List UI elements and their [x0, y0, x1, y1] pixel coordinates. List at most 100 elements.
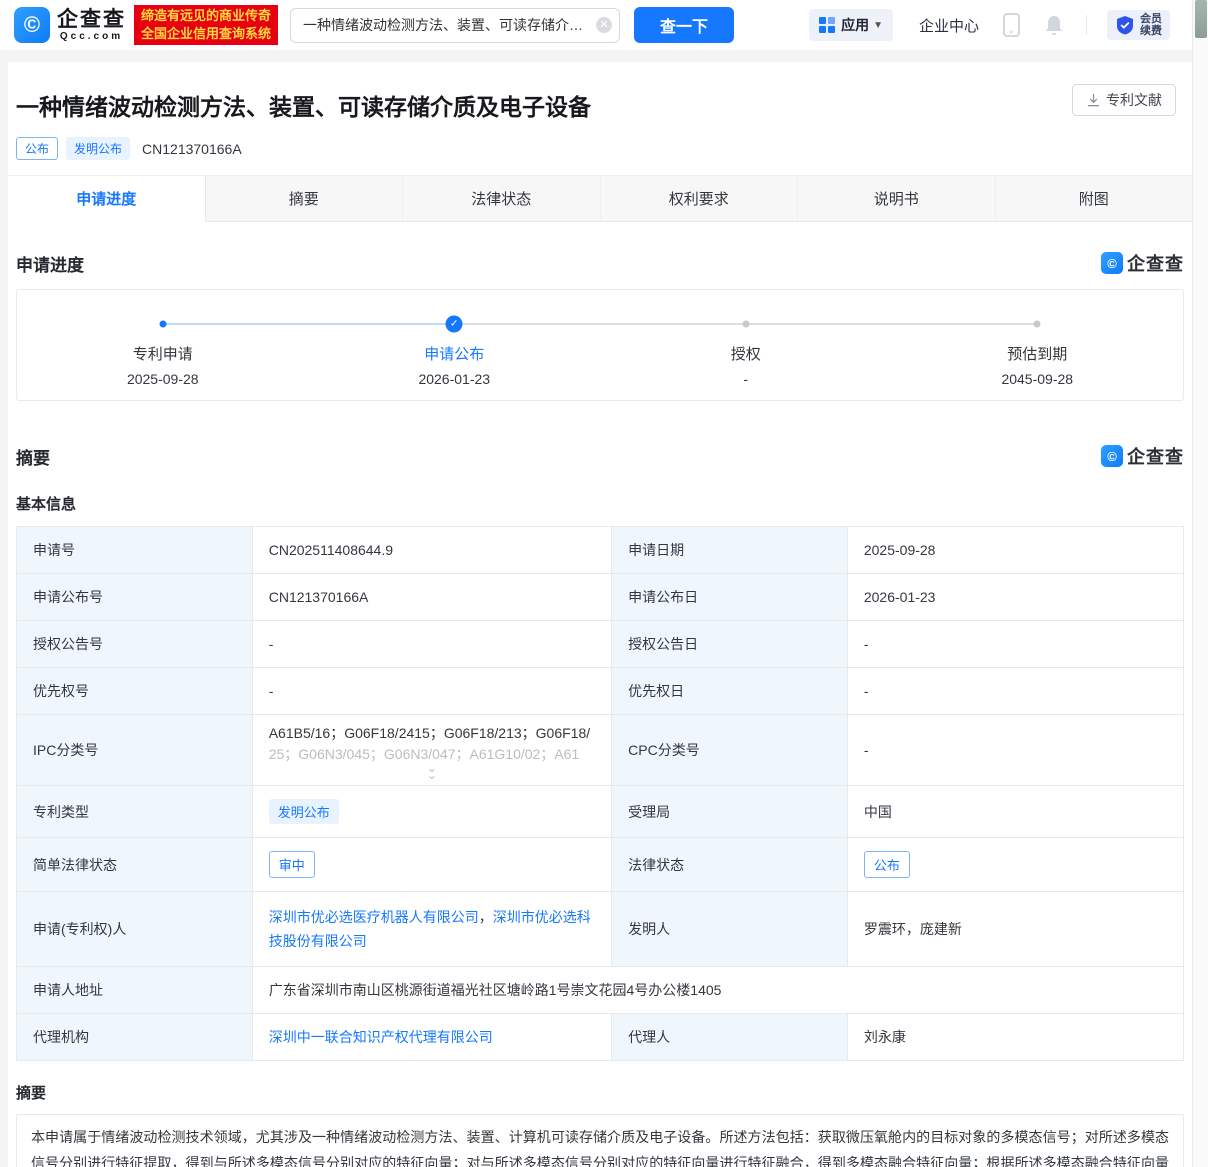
tab-1[interactable]: 申请进度: [8, 176, 206, 222]
field-label: 授权公告号: [17, 621, 253, 668]
value-badge: 公布: [864, 851, 910, 878]
timeline-step-label: 申请公布: [309, 343, 601, 364]
field-label: 优先权日: [612, 668, 848, 715]
page-title: 一种情绪波动检测方法、装置、可读存储介质及电子设备: [16, 88, 1184, 122]
tab-content: 申请进度 © 企查查 专利申请2025-09-28 ✓ 申请公布 2026-01-23…: [8, 250, 1192, 1167]
field-value: CN202511408644.9: [252, 527, 611, 574]
field-label: 授权公告日: [612, 621, 848, 668]
basic-info-table: 申请号CN202511408644.9申请日期2025-09-28申请公布号CN…: [16, 526, 1184, 1061]
apps-grid-icon: [819, 17, 835, 33]
notification-bell-icon[interactable]: [1044, 14, 1064, 36]
top-nav: 应用 ▼ 企业中心 会员 续费: [809, 9, 1170, 41]
ipc-codes-line1: A61B5/16；G06F18/2415；G06F18/213；G06F18/: [269, 723, 595, 744]
tab-4[interactable]: 权利要求: [601, 176, 799, 221]
timeline-step-2: ✓ 申请公布 2026-01-23: [309, 290, 601, 387]
slogan-line2: 全国企业信用查询系统: [141, 25, 271, 43]
field-label: 优先权号: [17, 668, 253, 715]
field-label: 申请日期: [612, 527, 848, 574]
basic-info-heading: 基本信息: [16, 493, 1184, 514]
field-value: 广东省深圳市南山区桃源街道福光社区塘岭路1号崇文花园4号办公楼1405: [252, 967, 1183, 1014]
field-value: 2026-01-23: [847, 574, 1183, 621]
field-value: 中国: [847, 786, 1183, 838]
value-badge: 审中: [269, 851, 315, 878]
timeline-dot: [159, 321, 166, 328]
agency-link[interactable]: 深圳中一联合知识产权代理有限公司: [269, 1029, 493, 1045]
search-clear-icon[interactable]: ✕: [596, 17, 612, 33]
field-value: -: [252, 668, 611, 715]
field-value: 发明公布: [252, 786, 611, 838]
timeline-step-label: 授权: [600, 343, 892, 364]
field-label: 受理局: [612, 786, 848, 838]
publication-number: CN121370166A: [142, 141, 242, 157]
qcc-logo[interactable]: © 企查查 Qcc.com: [14, 7, 126, 43]
vip-line1: 会员: [1140, 13, 1162, 25]
summary-section-title: 摘要: [16, 444, 50, 469]
apps-menu[interactable]: 应用 ▼: [809, 9, 893, 41]
timeline-step-date: 2025-09-28: [17, 371, 309, 387]
field-label: 专利类型: [17, 786, 253, 838]
tab-6[interactable]: 附图: [996, 176, 1193, 221]
application-timeline: 专利申请2025-09-28✓申请公布2026-01-23授权-预估到期2045…: [16, 289, 1184, 401]
value-badge: 发明公布: [269, 799, 339, 824]
mobile-app-icon[interactable]: [1003, 13, 1020, 37]
field-value: A61B5/16；G06F18/2415；G06F18/213；G06F18/2…: [252, 715, 611, 786]
field-value: 2025-09-28: [847, 527, 1183, 574]
field-label: IPC分类号: [17, 715, 253, 786]
apps-label: 应用: [841, 15, 869, 35]
field-label: 申请人地址: [17, 967, 253, 1014]
patent-title-section: 一种情绪波动检测方法、装置、可读存储介质及电子设备 公布 发明公布 CN1213…: [8, 62, 1192, 175]
abstract-text: 本申请属于情绪波动检测技术领域，尤其涉及一种情绪波动检测方法、装置、计算机可读存…: [16, 1114, 1184, 1167]
field-label: 代理机构: [17, 1014, 253, 1061]
patent-document-button[interactable]: 专利文献: [1072, 84, 1176, 116]
abstract-heading: 摘要: [16, 1082, 1184, 1103]
tab-3[interactable]: 法律状态: [403, 176, 601, 221]
table-row: 申请(专利权)人深圳市优必选医疗机器人有限公司，深圳市优必选科技股份有限公司发明…: [17, 892, 1184, 967]
timeline-step-1: 专利申请2025-09-28: [17, 290, 309, 387]
vip-shield-icon: [1115, 15, 1135, 35]
field-label: 发明人: [612, 892, 848, 967]
table-row: 简单法律状态审中法律状态公布: [17, 838, 1184, 892]
tab-5[interactable]: 说明书: [798, 176, 996, 221]
table-row: IPC分类号A61B5/16；G06F18/2415；G06F18/213；G0…: [17, 715, 1184, 786]
search-input[interactable]: [290, 8, 620, 43]
table-row: 申请公布号CN121370166A申请公布日2026-01-23: [17, 574, 1184, 621]
check-circle-icon: ✓: [446, 316, 463, 333]
timeline-step-4: 预估到期2045-09-28: [892, 290, 1184, 387]
field-value: -: [847, 668, 1183, 715]
expand-chevron-icon[interactable]: ⌄⌄: [269, 765, 595, 783]
slogan-line1: 缔造有远见的商业传奇: [141, 7, 271, 25]
field-label: 申请号: [17, 527, 253, 574]
download-icon: [1086, 93, 1101, 108]
field-value: 深圳中一联合知识产权代理有限公司: [252, 1014, 611, 1061]
table-row: 申请号CN202511408644.9申请日期2025-09-28: [17, 527, 1184, 574]
top-bar: © 企查查 Qcc.com 缔造有远见的商业传奇 全国企业信用查询系统 ✕ 查一…: [0, 0, 1208, 50]
scrollbar-thumb[interactable]: [1195, 0, 1207, 38]
tab-2[interactable]: 摘要: [206, 176, 404, 221]
field-label: 代理人: [612, 1014, 848, 1061]
table-row: 专利类型发明公布 受理局中国: [17, 786, 1184, 838]
detail-tabs: 申请进度摘要法律状态权利要求说明书附图: [8, 175, 1192, 222]
company-link[interactable]: 深圳市优必选医疗机器人有限公司: [269, 909, 479, 925]
search-bar: ✕ 查一下: [290, 7, 734, 43]
field-value: CN121370166A: [252, 574, 611, 621]
patent-type-badge: 发明公布: [66, 137, 130, 160]
qcc-watermark-logo-2: © 企查查: [1101, 443, 1184, 469]
brand-slogan: 缔造有远见的商业传奇 全国企业信用查询系统: [134, 5, 278, 45]
table-row: 优先权号-优先权日-: [17, 668, 1184, 715]
logo-domain-text: Qcc.com: [57, 31, 126, 42]
field-value: 罗震环，庞建新: [847, 892, 1183, 967]
vip-renew-button[interactable]: 会员 续费: [1107, 10, 1170, 40]
field-value: -: [252, 621, 611, 668]
nav-divider: [1086, 15, 1087, 35]
enterprise-center-link[interactable]: 企业中心: [919, 15, 979, 36]
qcc-logo-icon: ©: [14, 7, 50, 43]
timeline-step-date: 2026-01-23: [309, 371, 601, 387]
field-label: 申请公布日: [612, 574, 848, 621]
field-value: -: [847, 621, 1183, 668]
field-label: 申请(专利权)人: [17, 892, 253, 967]
field-label: 申请公布号: [17, 574, 253, 621]
search-button[interactable]: 查一下: [634, 7, 734, 43]
qcc-watermark-icon-2: ©: [1101, 445, 1123, 467]
field-value: 刘永康: [847, 1014, 1183, 1061]
progress-section-title: 申请进度: [16, 251, 84, 276]
